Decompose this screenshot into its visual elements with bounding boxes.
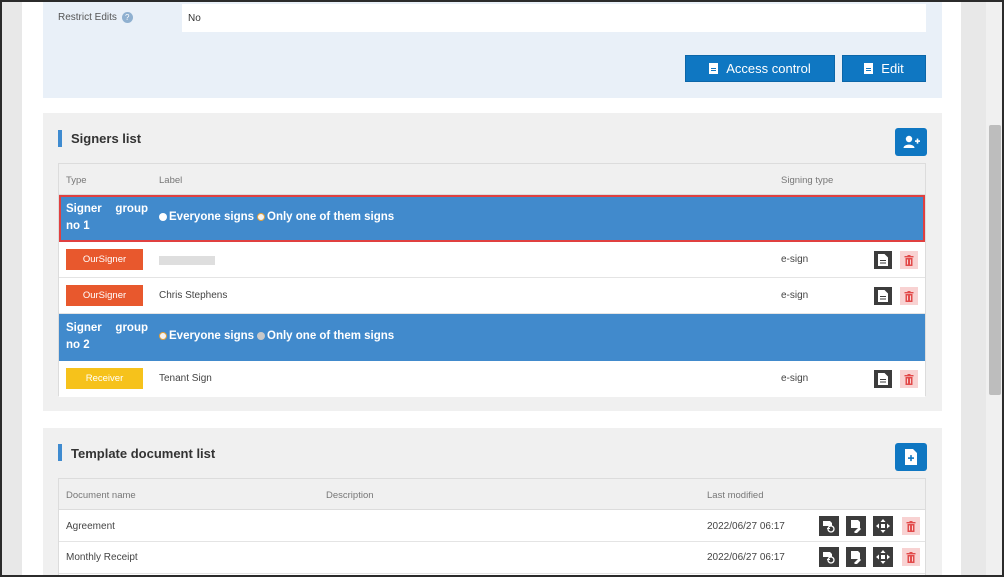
document-icon — [709, 63, 719, 74]
signing-type: e-sign — [781, 290, 809, 301]
templates-table: Document name Description Last modified … — [58, 478, 926, 575]
group-name: Signer group — [66, 322, 148, 334]
signer-group-row[interactable]: Signer group no 2 Everyone signs Only on… — [59, 314, 925, 361]
signer-group-row[interactable]: Signer group no 1 Everyone signs Only on… — [59, 195, 925, 242]
preview-icon — [822, 520, 835, 533]
type-badge: OurSigner — [66, 285, 143, 306]
add-user-icon — [903, 135, 920, 148]
edit-fields-button[interactable] — [846, 547, 866, 567]
signer-row: OurSigner Chris Stephens e-sign — [59, 278, 925, 314]
preview-button[interactable] — [819, 516, 839, 536]
signing-mode-radios: Everyone signs Only one of them signs — [159, 211, 397, 223]
move-button[interactable] — [873, 516, 893, 536]
delete-icon — [904, 290, 914, 302]
type-badge: OurSigner — [66, 249, 143, 270]
radio-label: Only one of them signs — [267, 211, 395, 223]
header-signing-type: Signing type — [781, 175, 834, 186]
header-last-modified: Last modified — [707, 490, 764, 501]
move-icon — [876, 519, 890, 533]
templates-title: Template document list — [71, 446, 216, 461]
template-delete-button[interactable] — [902, 517, 920, 535]
edit-fields-icon — [850, 519, 861, 533]
group-number: no 2 — [66, 339, 90, 351]
header-label: Label — [159, 175, 183, 186]
signers-title: Signers list — [71, 131, 142, 146]
header-description: Description — [326, 490, 374, 501]
edit-fields-button[interactable] — [846, 516, 866, 536]
delete-icon — [906, 551, 916, 563]
template-delete-button[interactable] — [902, 548, 920, 566]
radio-label: Everyone signs — [169, 211, 255, 223]
signer-delete-button[interactable] — [900, 287, 918, 305]
group-number: no 1 — [66, 220, 90, 232]
signer-document-button[interactable] — [874, 287, 892, 305]
edit-button[interactable]: Edit — [842, 55, 926, 82]
move-button[interactable] — [873, 547, 893, 567]
template-row: Monthly Receipt 2022/06/27 06:17 — [59, 542, 925, 574]
document-name: Monthly Receipt — [66, 552, 138, 563]
radio-only-one-signs[interactable] — [257, 213, 266, 221]
access-control-button[interactable]: Access control — [685, 55, 835, 82]
delete-icon — [906, 520, 916, 532]
signing-type: e-sign — [781, 373, 809, 384]
left-gutter — [2, 2, 22, 575]
templates-table-header: Document name Description Last modified — [59, 479, 925, 510]
document-name: Agreement — [66, 521, 115, 532]
last-modified: 2022/06/27 06:17 — [707, 552, 785, 563]
radio-only-one-signs[interactable] — [257, 332, 266, 340]
restrict-edits-label: Restrict Edits — [58, 12, 117, 24]
document-icon — [878, 254, 888, 266]
signer-delete-button[interactable] — [900, 370, 918, 388]
signers-table: Type Label Signing type Signer group no … — [58, 163, 926, 397]
signer-row: OurSigner e-sign — [59, 242, 925, 278]
right-gutter — [961, 2, 986, 575]
signer-document-button[interactable] — [874, 370, 892, 388]
preview-icon — [822, 551, 835, 564]
signing-type: e-sign — [781, 254, 809, 265]
scrollbar-thumb[interactable] — [989, 125, 1001, 395]
delete-icon — [904, 373, 914, 385]
group-name-word: group — [115, 203, 148, 215]
last-modified: 2022/06/27 06:17 — [707, 521, 785, 532]
signing-mode-radios: Everyone signs Only one of them signs — [159, 330, 397, 342]
preview-button[interactable] — [819, 547, 839, 567]
section-accent — [58, 130, 62, 147]
group-name-word: Signer — [66, 203, 102, 215]
document-icon — [878, 290, 888, 302]
group-name-word: Signer — [66, 322, 102, 334]
signer-delete-button[interactable] — [900, 251, 918, 269]
add-template-button[interactable] — [895, 443, 927, 471]
document-icon — [864, 63, 874, 74]
signer-label: Tenant Sign — [159, 373, 212, 384]
radio-everyone-signs[interactable] — [159, 332, 167, 340]
signer-row: Receiver Tenant Sign e-sign — [59, 361, 925, 397]
move-icon — [876, 550, 890, 564]
label-placeholder — [159, 256, 215, 265]
group-name-word: group — [115, 322, 148, 334]
delete-icon — [904, 254, 914, 266]
restrict-edits-value: No — [182, 4, 926, 32]
signer-document-button[interactable] — [874, 251, 892, 269]
question-icon[interactable]: ? — [121, 12, 133, 23]
edit-fields-icon — [850, 550, 861, 564]
restrict-edits-label-wrap: Restrict Edits ? — [58, 12, 133, 23]
add-document-icon — [905, 449, 917, 465]
section-accent — [58, 444, 62, 461]
document-icon — [878, 373, 888, 385]
access-control-label: Access control — [726, 61, 811, 76]
group-name: Signer group — [66, 203, 148, 215]
radio-label: Only one of them signs — [267, 330, 395, 342]
template-row: Agreement 2022/06/27 06:17 — [59, 511, 925, 542]
radio-everyone-signs[interactable] — [159, 213, 167, 221]
header-document-name: Document name — [66, 490, 136, 501]
type-badge: Receiver — [66, 368, 143, 389]
edit-label: Edit — [881, 61, 904, 76]
add-signer-button[interactable] — [895, 128, 927, 156]
signers-table-header: Type Label Signing type — [59, 164, 925, 195]
signer-label: Chris Stephens — [159, 290, 228, 301]
radio-label: Everyone signs — [169, 330, 255, 342]
header-type: Type — [66, 175, 87, 186]
